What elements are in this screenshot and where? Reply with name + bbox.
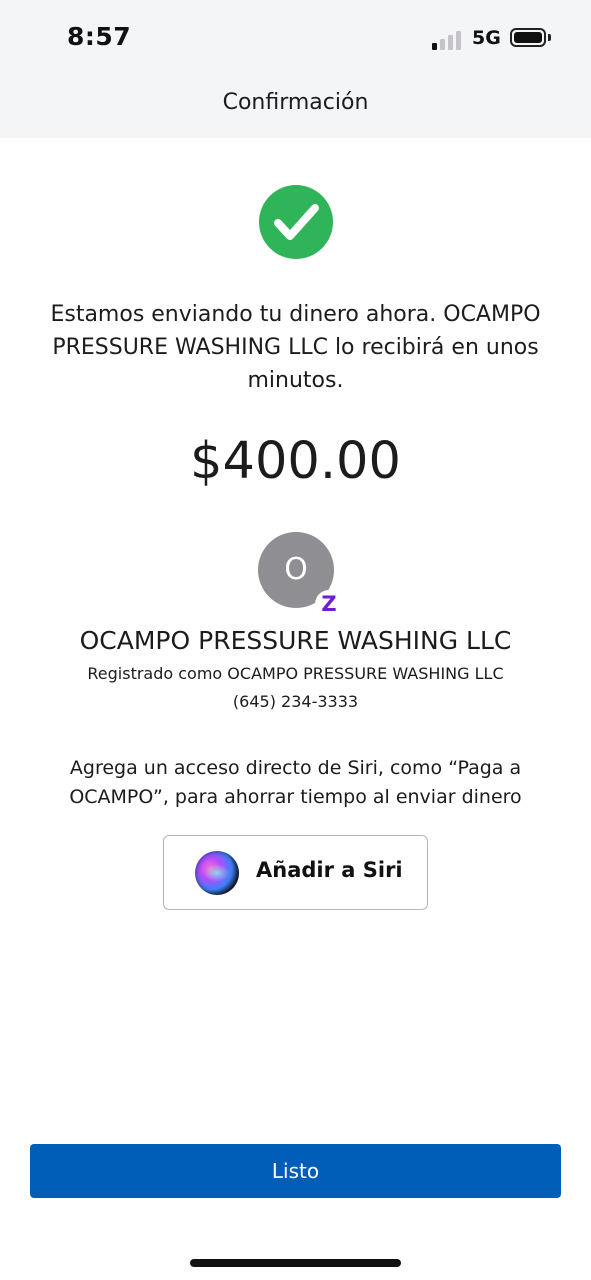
- page-title: Confirmación: [222, 90, 369, 115]
- battery-cap: [548, 34, 551, 41]
- amount: $400.00: [190, 432, 401, 491]
- recipient-name: OCAMPO PRESSURE WASHING LLC: [79, 626, 512, 655]
- add-to-siri-label: Añadir a Siri: [256, 858, 403, 882]
- battery-icon: [510, 28, 546, 47]
- home-indicator[interactable]: [190, 1259, 401, 1267]
- zelle-icon: Z: [315, 590, 343, 618]
- confirmation-message: Estamos enviando tu dinero ahora. OCAMPO…: [50, 302, 541, 393]
- done-button[interactable]: Listo: [30, 1144, 561, 1198]
- top-bar: 8:57 5G Confirmación: [0, 0, 591, 138]
- siri-icon: [195, 851, 239, 895]
- registered-as: Registrado como OCAMPO PRESSURE WASHING …: [87, 664, 504, 683]
- cellular-signal-icon: [432, 30, 464, 50]
- status-time: 8:57: [67, 22, 132, 51]
- check-circle-icon: [258, 184, 334, 260]
- recipient-phone: (645) 234-3333: [232, 692, 359, 711]
- siri-hint: Agrega un acceso directo de Siri, como “…: [69, 757, 522, 808]
- network-type: 5G: [472, 27, 501, 49]
- add-to-siri-button[interactable]: Añadir a Siri: [163, 835, 428, 910]
